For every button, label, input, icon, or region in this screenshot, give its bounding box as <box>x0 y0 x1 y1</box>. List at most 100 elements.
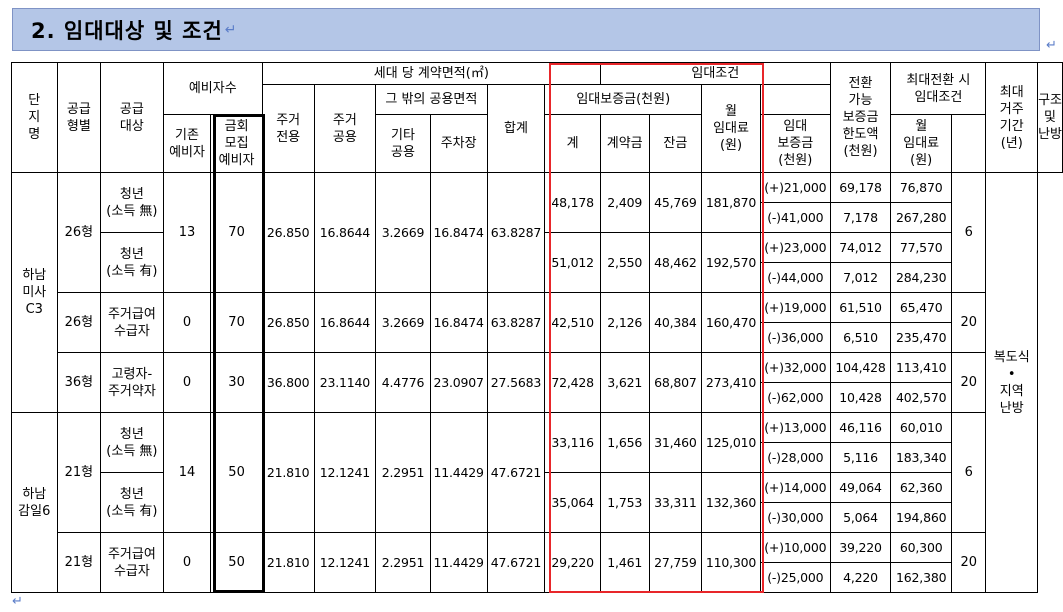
supply-target: 주거급여 수급자 <box>100 292 164 353</box>
deposit-contract: 2,550 <box>599 232 650 293</box>
supply-target: 주거급여 수급자 <box>100 532 164 593</box>
header-structure: 구조 및 난방 <box>1037 62 1063 173</box>
deposit-contract: 1,656 <box>599 412 650 473</box>
deposit-balance: 45,769 <box>648 172 703 233</box>
reserve-new: 70 <box>210 292 263 353</box>
paragraph-mark-icon: ↵ <box>224 21 238 38</box>
monthly-rent: 125,010 <box>701 412 761 473</box>
supply-target: 청년 (소득 無) <box>100 412 164 473</box>
max-conv-rent: 194,860 <box>890 502 953 533</box>
reserve-new: 70 <box>210 172 263 293</box>
deposit-total: 33,116 <box>544 412 601 473</box>
max-conv-deposit: 4,220 <box>829 562 892 593</box>
max-conv-deposit: 10,428 <box>829 382 892 413</box>
max-conv-deposit: 69,178 <box>829 172 892 203</box>
header-reserve-existing: 기존 예비자 <box>162 114 212 173</box>
max-conv-deposit: 5,116 <box>829 442 892 473</box>
header-max-conversion: 최대전환 시 임대조건 <box>890 62 987 115</box>
deposit-total: 51,012 <box>544 232 601 293</box>
reserve-existing: 0 <box>162 352 212 413</box>
table-row: 36형 고령자- 주거약자 0 30 36.800 23.1140 4.4776 23.0907… <box>12 352 1063 413</box>
monthly-rent: 273,410 <box>701 352 761 413</box>
header-monthly-rent: 월 임대료 (원) <box>701 84 761 173</box>
reserve-existing: 13 <box>162 172 212 293</box>
paragraph-mark-icon: ↵ <box>12 594 23 609</box>
complex-name: 하남 미사 C3 <box>11 172 58 413</box>
max-conv-deposit: 49,064 <box>829 472 892 503</box>
complex-name: 하남 감일6 <box>11 412 58 593</box>
max-residence-period: 20 <box>951 352 987 413</box>
max-conv-rent: 60,010 <box>890 412 953 443</box>
max-conv-rent: 162,380 <box>890 562 953 593</box>
area-exclusive: 36.800 <box>261 352 315 413</box>
supply-type: 26형 <box>56 292 102 353</box>
section-title-bar: 2. 임대대상 및 조건 ↵ <box>12 8 1040 51</box>
supply-type: 21형 <box>56 532 102 593</box>
max-conv-deposit: 104,428 <box>829 352 892 383</box>
max-conv-rent: 60,300 <box>890 532 953 563</box>
header-deposit-group: 임대보증금(천원) <box>544 84 703 115</box>
header-deposit-contract: 계약금 <box>599 114 650 173</box>
area-exclusive: 26.850 <box>261 172 315 293</box>
table-row: 21형 주거급여 수급자 0 50 21.810 12.1241 2.2951 11.4429 4… <box>12 532 1063 593</box>
convertible-amount: (+)14,000 <box>759 472 831 503</box>
max-conv-rent: 77,570 <box>890 232 953 263</box>
max-conv-rent: 76,870 <box>890 172 953 203</box>
convertible-amount: (-)44,000 <box>759 262 831 293</box>
supply-target: 청년 (소득 無) <box>100 172 164 233</box>
structure-heating: 복도식 • 지역 난방 <box>985 172 1039 593</box>
convertible-amount: (-)30,000 <box>759 502 831 533</box>
supply-type: 21형 <box>56 412 102 533</box>
max-conv-deposit: 7,178 <box>829 202 892 233</box>
header-area-group: 세대 당 계약면적(㎡) <box>261 62 601 85</box>
area-exclusive: 26.850 <box>261 292 315 353</box>
max-residence-period: 20 <box>951 532 987 593</box>
supply-target: 고령자- 주거약자 <box>100 352 164 413</box>
area-other-common: 4.4776 <box>375 352 431 413</box>
supply-target: 청년 (소득 有) <box>100 472 164 533</box>
supply-type: 36형 <box>56 352 102 413</box>
area-total: 47.6721 <box>486 412 546 533</box>
area-parking: 16.8474 <box>429 172 488 293</box>
deposit-balance: 31,460 <box>648 412 703 473</box>
convertible-amount: (+)13,000 <box>759 412 831 443</box>
max-conv-deposit: 61,510 <box>829 292 892 323</box>
deposit-total: 35,064 <box>544 472 601 533</box>
deposit-contract: 2,126 <box>599 292 650 353</box>
reserve-existing: 14 <box>162 412 212 533</box>
reserve-new: 50 <box>210 412 263 533</box>
header-reserve-new: 금회 모집 예비자 <box>210 114 263 173</box>
max-conv-rent: 183,340 <box>890 442 953 473</box>
convertible-amount: (+)32,000 <box>759 352 831 383</box>
monthly-rent: 181,870 <box>701 172 761 233</box>
header-deposit-total: 계 <box>544 114 601 173</box>
convertible-amount: (-)28,000 <box>759 442 831 473</box>
area-total: 63.8287 <box>486 172 546 293</box>
deposit-total: 48,178 <box>544 172 601 233</box>
deposit-contract: 3,621 <box>599 352 650 413</box>
area-common: 12.1241 <box>313 532 377 593</box>
area-common: 16.8644 <box>313 292 377 353</box>
deposit-balance: 33,311 <box>648 472 703 533</box>
deposit-balance: 48,462 <box>648 232 703 293</box>
area-other-common: 3.2669 <box>375 292 431 353</box>
monthly-rent: 132,360 <box>701 472 761 533</box>
reserve-existing: 0 <box>162 292 212 353</box>
header-supply-target: 공급 대상 <box>100 62 164 173</box>
max-conv-deposit: 74,012 <box>829 232 892 263</box>
paragraph-mark-icon: ↵ <box>1046 38 1057 53</box>
supply-type: 26형 <box>56 172 102 293</box>
monthly-rent: 160,470 <box>701 292 761 353</box>
deposit-balance: 40,384 <box>648 292 703 353</box>
section-title: 2. 임대대상 및 조건 <box>31 18 223 43</box>
area-common: 12.1241 <box>313 412 377 533</box>
convertible-amount: (+)19,000 <box>759 292 831 323</box>
max-residence-period: 6 <box>951 412 987 533</box>
area-other-common: 2.2951 <box>375 412 431 533</box>
convertible-amount: (+)10,000 <box>759 532 831 563</box>
area-parking: 11.4429 <box>429 532 488 593</box>
max-conv-rent: 235,470 <box>890 322 953 353</box>
header-supply-type: 공급 형별 <box>56 62 102 173</box>
header-area-other: 그 밖의 공용면적 <box>375 84 488 115</box>
header-convertible: 전환 가능 보증금 한도액 (천원) <box>829 62 892 173</box>
